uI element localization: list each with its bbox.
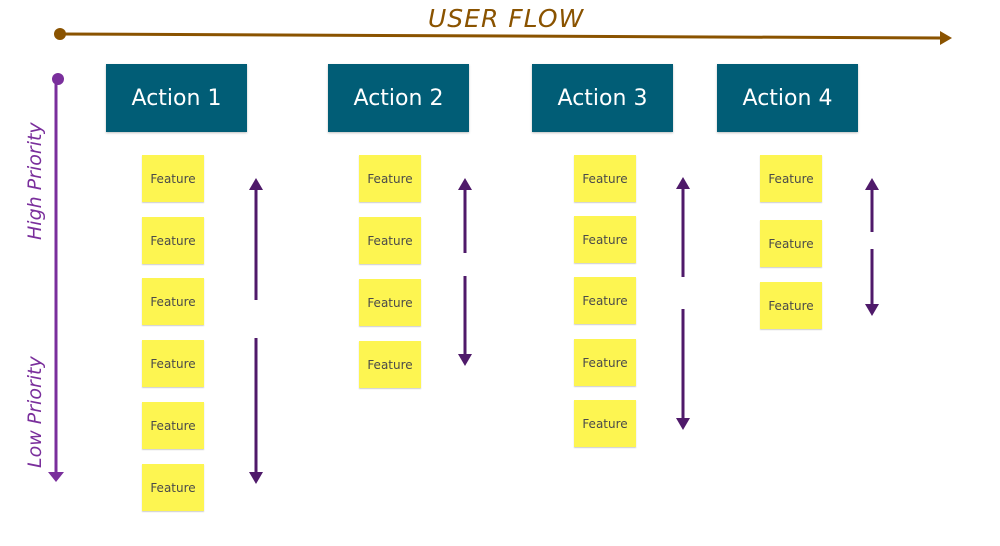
feature-note[interactable]: Feature (760, 155, 822, 202)
feature-note[interactable]: Feature (142, 340, 204, 387)
feature-note[interactable]: Feature (142, 278, 204, 325)
action-4-up-arrowhead (865, 178, 879, 190)
flow-axis-line (59, 32, 943, 40)
priority-axis-start-dot (52, 73, 64, 85)
feature-note[interactable]: Feature (574, 400, 636, 447)
feature-note[interactable]: Feature (142, 155, 204, 202)
action-4-card[interactable]: Action 4 (717, 64, 858, 132)
feature-note[interactable]: Feature (574, 155, 636, 202)
action-1-up-arrowhead (249, 178, 263, 190)
action-3-down-arrowhead (676, 418, 690, 430)
action-2-down-arrowhead (458, 354, 472, 366)
action-2-up-arrowhead (458, 178, 472, 190)
feature-note[interactable]: Feature (574, 216, 636, 263)
action-1-down-arrowhead (249, 472, 263, 484)
feature-note[interactable]: Feature (359, 341, 421, 388)
feature-note[interactable]: Feature (359, 217, 421, 264)
user-flow-title: USER FLOW (428, 4, 585, 33)
high-priority-label: High Priority (24, 122, 46, 240)
feature-note[interactable]: Feature (574, 339, 636, 386)
feature-note[interactable]: Feature (142, 402, 204, 449)
action-4-down-arrowhead (865, 304, 879, 316)
feature-note[interactable]: Feature (359, 155, 421, 202)
feature-note[interactable]: Feature (142, 217, 204, 264)
feature-note[interactable]: Feature (760, 220, 822, 267)
action-1-card[interactable]: Action 1 (106, 64, 247, 132)
priority-axis-arrowhead (48, 472, 64, 482)
action-3-up-arrowhead (676, 177, 690, 189)
action-3-card[interactable]: Action 3 (532, 64, 673, 132)
low-priority-label: Low Priority (24, 356, 46, 468)
feature-note[interactable]: Feature (359, 279, 421, 326)
feature-note[interactable]: Feature (574, 277, 636, 324)
feature-note[interactable]: Feature (142, 464, 204, 511)
feature-note[interactable]: Feature (760, 282, 822, 329)
flow-axis-arrowhead (940, 31, 952, 45)
action-2-card[interactable]: Action 2 (328, 64, 469, 132)
